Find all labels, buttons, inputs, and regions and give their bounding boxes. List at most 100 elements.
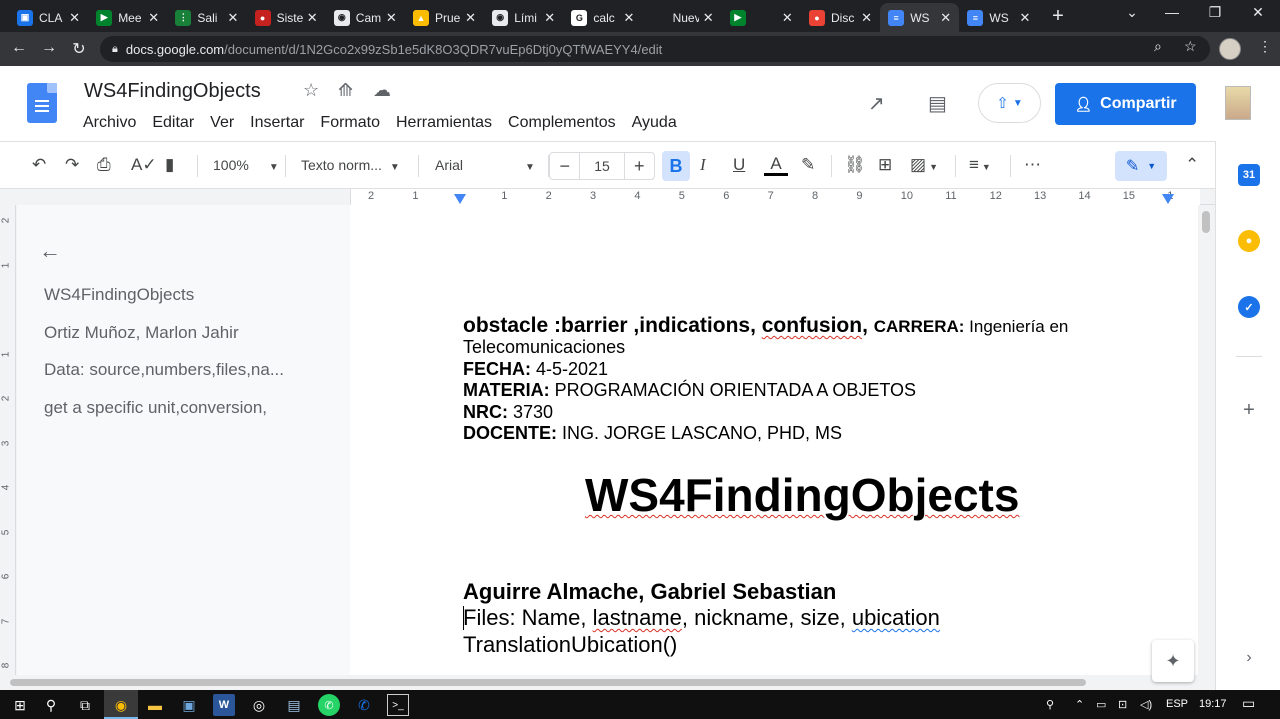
italic-button[interactable]: I xyxy=(700,155,706,175)
network-icon[interactable]: ⊡ xyxy=(1118,698,1127,711)
present-button[interactable]: ⇧ ▼ xyxy=(978,83,1041,123)
keep-icon[interactable]: ● xyxy=(1238,230,1260,252)
tab-close-icon[interactable]: ✕ xyxy=(1019,10,1030,26)
document-title[interactable]: WS4FindingObjects xyxy=(84,80,261,103)
outline-item[interactable]: Ortiz Muñoz, Marlon Jahir xyxy=(44,323,309,343)
tab-close-icon[interactable]: ✕ xyxy=(69,10,80,26)
collapse-menus-icon[interactable]: ⌃ xyxy=(1185,155,1199,175)
outline-item[interactable]: get a specific unit,conversion, xyxy=(44,398,309,418)
tab-search-icon[interactable]: ⌄ xyxy=(1117,4,1147,21)
restore-button[interactable]: ❐ xyxy=(1200,4,1230,21)
redo-icon[interactable]: ↷ xyxy=(65,155,79,175)
decrease-font-size-button[interactable]: − xyxy=(550,156,579,177)
menu-item[interactable]: Archivo xyxy=(83,114,136,132)
tab-close-icon[interactable]: ✕ xyxy=(148,10,159,26)
expand-panel-icon[interactable]: › xyxy=(1238,647,1260,669)
clock[interactable]: 19:17 xyxy=(1199,698,1227,710)
account-avatar[interactable] xyxy=(1225,86,1251,120)
tab-close-icon[interactable]: ✕ xyxy=(623,10,634,26)
cloud-saved-icon[interactable]: ☁ xyxy=(373,80,391,101)
search-icon[interactable]: ⚲ xyxy=(40,694,62,716)
close-window-button[interactable]: ✕ xyxy=(1243,4,1273,21)
font-select[interactable]: Arial ▼ xyxy=(435,157,535,173)
back-arrow-icon[interactable]: ← xyxy=(39,238,61,264)
tab-close-icon[interactable]: ✕ xyxy=(782,10,793,26)
terminal-icon[interactable]: >_ xyxy=(387,694,409,716)
task-view-icon[interactable]: ⧉ xyxy=(74,694,96,716)
browser-tab[interactable]: ⋮ Sali ✕ xyxy=(167,3,246,32)
windows-start-icon[interactable]: ⊞ xyxy=(9,694,31,716)
save-app-icon[interactable]: ▣ xyxy=(178,694,200,716)
undo-icon[interactable]: ↶ xyxy=(32,155,46,175)
text-color-button[interactable]: A xyxy=(764,155,788,176)
zoom-select[interactable]: 100% ▼ xyxy=(213,157,279,173)
file-explorer-icon[interactable]: ▬ xyxy=(144,694,166,716)
browser-tab[interactable]: ≡ WS ✕ xyxy=(880,3,960,32)
menu-item[interactable]: Ver xyxy=(210,114,234,132)
zoom-icon[interactable]: ⌕ xyxy=(1154,38,1162,55)
spellcheck-icon[interactable]: A✓ xyxy=(131,155,157,175)
browser-tab[interactable]: ● Siste ✕ xyxy=(247,3,326,32)
activity-trend-icon[interactable]: ↗ xyxy=(868,91,885,116)
browser-tab[interactable]: ▣ CLA ✕ xyxy=(9,3,88,32)
back-icon[interactable]: ← xyxy=(8,39,30,57)
volume-icon[interactable]: ◁) xyxy=(1140,698,1152,711)
paint-format-icon[interactable]: ▮ xyxy=(165,155,174,175)
outline-item[interactable]: WS4FindingObjects xyxy=(44,285,309,305)
docs-logo-icon[interactable] xyxy=(27,83,57,123)
battery-icon[interactable]: ▭ xyxy=(1096,698,1106,711)
tray-chevron-icon[interactable]: ⌃ xyxy=(1075,698,1084,711)
bold-button[interactable]: B xyxy=(662,151,690,181)
print-icon[interactable]: ⎙ xyxy=(97,155,111,175)
menu-item[interactable]: Ayuda xyxy=(632,114,677,132)
address-bar[interactable]: 🔒︎ docs.google.com/document/d/1N2Gco2x99… xyxy=(100,36,1210,62)
menu-icon[interactable]: ⋮ xyxy=(1258,38,1272,55)
tab-close-icon[interactable]: ✕ xyxy=(227,10,238,26)
word-icon[interactable]: W xyxy=(213,694,235,716)
underline-button[interactable]: U xyxy=(733,155,745,175)
tab-close-icon[interactable]: ✕ xyxy=(861,10,872,26)
menu-item[interactable]: Insertar xyxy=(250,114,304,132)
align-icon[interactable]: ≡ ▼ xyxy=(969,155,991,175)
horizontal-scrollbar[interactable] xyxy=(0,675,1215,690)
browser-tab[interactable]: ◉ Cam ✕ xyxy=(326,3,405,32)
comments-icon[interactable]: ▤ xyxy=(928,91,947,116)
tab-close-icon[interactable]: ✕ xyxy=(544,10,555,26)
insert-link-icon[interactable]: ⛓ xyxy=(844,155,866,175)
editing-mode-button[interactable]: ✎ ▼ xyxy=(1115,151,1167,181)
increase-font-size-button[interactable]: + xyxy=(625,156,654,177)
whatsapp-icon[interactable]: ✆ xyxy=(318,694,340,716)
minimize-button[interactable]: — xyxy=(1157,4,1187,20)
tab-close-icon[interactable]: ✕ xyxy=(307,10,318,26)
browser-tab[interactable]: ▲ Prue ✕ xyxy=(405,3,484,32)
add-comment-icon[interactable]: ⊞ xyxy=(878,155,892,175)
browser-tab[interactable]: ◉ Lími ✕ xyxy=(484,3,563,32)
share-button[interactable]: 👤︎ Compartir xyxy=(1055,83,1196,125)
profile-avatar[interactable] xyxy=(1219,38,1241,60)
bookmark-star-icon[interactable]: ☆ xyxy=(1184,38,1197,55)
screen-app-icon[interactable]: ▤ xyxy=(283,694,305,716)
notifications-icon[interactable]: ▭ xyxy=(1242,695,1255,712)
star-icon[interactable]: ☆ xyxy=(303,80,319,101)
browser-tab[interactable]: ≡ WS ✕ xyxy=(959,3,1038,32)
tab-close-icon[interactable]: ✕ xyxy=(386,10,397,26)
more-options-icon[interactable]: ⋯ xyxy=(1024,155,1041,175)
people-icon[interactable]: ⚲ xyxy=(1046,698,1054,711)
menu-item[interactable]: Editar xyxy=(152,114,194,132)
move-to-drive-icon[interactable]: ⟰ xyxy=(338,80,353,101)
menu-item[interactable]: Complementos xyxy=(508,114,616,132)
calendar-icon[interactable]: 31 xyxy=(1238,164,1260,186)
paragraph-style-select[interactable]: Texto norm... ▼ xyxy=(301,157,400,173)
browser-tab[interactable]: Nueva p ✕ xyxy=(643,3,722,32)
browser-tab[interactable]: ▶ Mee ✕ xyxy=(88,3,167,32)
tab-close-icon[interactable]: ✕ xyxy=(940,10,951,26)
phone-app-icon[interactable]: ✆ xyxy=(353,694,375,716)
reload-icon[interactable]: ↻ xyxy=(68,39,90,59)
vertical-scrollbar[interactable] xyxy=(1198,205,1215,675)
outline-item[interactable]: Data: source,numbers,files,na... xyxy=(44,360,309,380)
add-addon-icon[interactable]: + xyxy=(1238,399,1260,421)
browser-tab[interactable]: Gcalc ✕ xyxy=(563,3,642,32)
insert-image-icon[interactable]: ▨ ▼ xyxy=(910,155,938,175)
browser-tab[interactable]: ● Disc ✕ xyxy=(801,3,880,32)
tab-close-icon[interactable]: ✕ xyxy=(703,10,714,26)
